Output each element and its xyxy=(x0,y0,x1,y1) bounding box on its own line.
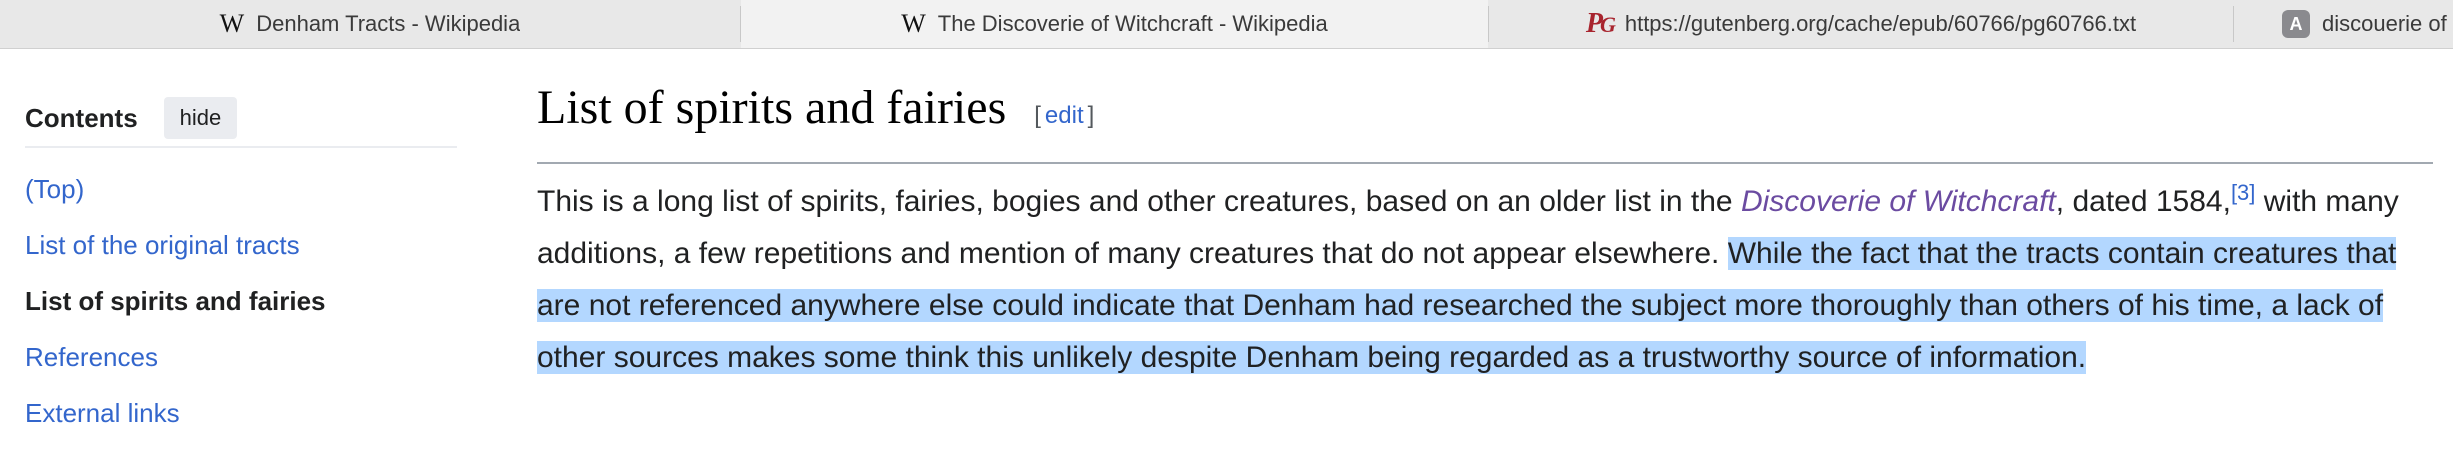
tab-title: Denham Tracts - Wikipedia xyxy=(256,11,521,36)
gutenberg-pg-icon: PG xyxy=(1585,8,1616,39)
toc-link[interactable]: (Top) xyxy=(25,174,84,205)
toc-item-references[interactable]: References xyxy=(25,329,457,385)
tab-title: discouerie of xyxy=(2322,11,2447,36)
tab-discoverie-of-witchcraft[interactable]: W The Discoverie of Witchcraft - Wikiped… xyxy=(741,0,1488,48)
a-letter-icon: A xyxy=(2282,10,2310,38)
toc-list: (Top) List of the original tracts List o… xyxy=(25,161,457,441)
toc-item-original-tracts[interactable]: List of the original tracts xyxy=(25,217,457,273)
toc-hide-button[interactable]: hide xyxy=(163,97,238,139)
toc-current-section[interactable]: List of spirits and fairies xyxy=(25,286,326,317)
tab-title: The Discoverie of Witchcraft - Wikipedia xyxy=(937,11,1328,36)
discoverie-of-witchcraft-link[interactable]: Discoverie of Witchcraft xyxy=(1741,185,2056,218)
toc-link[interactable]: List of the original tracts xyxy=(25,230,300,261)
edit-bracket-open: [ xyxy=(1034,102,1041,129)
paragraph-text: This is a long list of spirits, fairies,… xyxy=(537,185,1741,218)
tab-denham-tracts[interactable]: W Denham Tracts - Wikipedia xyxy=(0,0,740,48)
wikipedia-w-icon: W xyxy=(219,9,245,38)
edit-section: [edit] xyxy=(1034,102,1094,130)
section-heading-row: List of spirits and fairies [edit] xyxy=(537,84,2433,164)
toc-title: Contents xyxy=(25,102,138,133)
section-heading: List of spirits and fairies xyxy=(537,81,1007,134)
edit-link[interactable]: edit xyxy=(1045,102,1084,129)
toc-header: Contents hide xyxy=(25,90,457,148)
table-of-contents: Contents hide (Top) List of the original… xyxy=(25,90,457,441)
section-paragraph: This is a long list of spirits, fairies,… xyxy=(537,176,2433,384)
toc-link[interactable]: External links xyxy=(25,398,180,429)
citation-ref[interactable]: [3] xyxy=(2231,180,2255,205)
wikipedia-w-icon: W xyxy=(901,9,926,38)
toc-item-external-links[interactable]: External links xyxy=(25,385,457,441)
toc-item-spirits-and-fairies[interactable]: List of spirits and fairies xyxy=(25,273,457,329)
tab-gutenberg-text[interactable]: PG https://gutenberg.org/cache/epub/6076… xyxy=(1489,0,2233,48)
toc-link[interactable]: References xyxy=(25,342,158,373)
paragraph-text: , dated 1584, xyxy=(2055,185,2231,218)
tab-discouerie-search[interactable]: A discouerie of xyxy=(2234,0,2453,48)
tab-title: https://gutenberg.org/cache/epub/60766/p… xyxy=(1624,11,2137,36)
toc-item-top[interactable]: (Top) xyxy=(25,161,457,217)
article-content: List of spirits and fairies [edit] This … xyxy=(537,84,2433,384)
browser-tab-strip: W Denham Tracts - Wikipedia W The Discov… xyxy=(0,0,2453,49)
edit-bracket-close: ] xyxy=(1087,102,1095,129)
